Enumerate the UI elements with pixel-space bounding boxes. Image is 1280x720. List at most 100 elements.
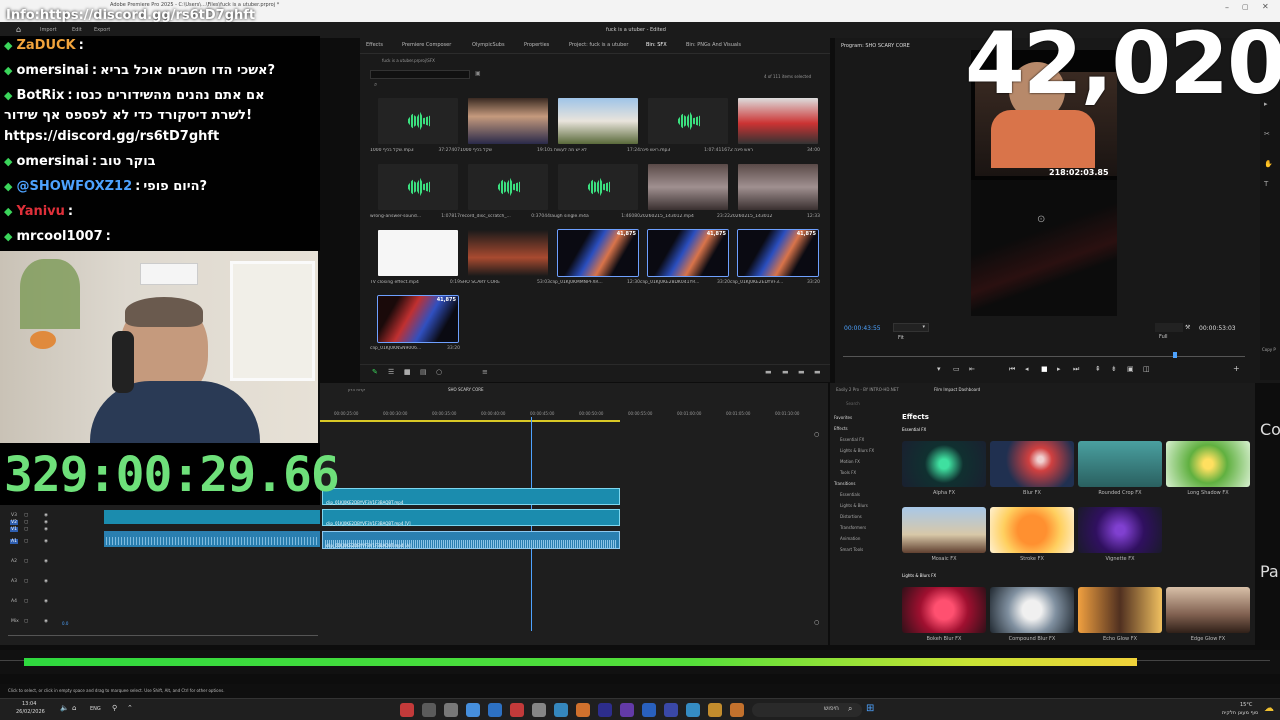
taskbar-app-icon[interactable] [444, 703, 458, 717]
lift-icon[interactable]: ⇞ [1095, 365, 1101, 373]
menu-export[interactable]: Export [94, 27, 110, 33]
clip-v1[interactable]: clip_01KJ0KE2DBYVF3V1F3BAQBT.mp4 [V] [322, 509, 620, 526]
track-toggle-icon[interactable]: ◉ [44, 559, 48, 564]
home-icon[interactable]: ⌂ [16, 25, 21, 34]
chevron-up-icon[interactable]: ⌃ [127, 704, 133, 712]
bin-thumbnail[interactable] [378, 164, 458, 210]
chat-username[interactable]: BotRix [16, 88, 64, 103]
hand-tool-icon[interactable]: ✋ [1264, 160, 1273, 168]
playhead-timecode[interactable]: 00:00:43:55 [844, 325, 881, 332]
taskbar-app-icon[interactable] [576, 703, 590, 717]
track-toggle-icon[interactable]: ◉ [44, 520, 48, 525]
bin-thumbnail[interactable]: 41,875 [557, 229, 639, 277]
bin-thumbnail[interactable] [738, 164, 818, 210]
tray-date[interactable]: 26/02/2026 [16, 709, 45, 715]
track-lock-icon[interactable]: ▢ [24, 513, 28, 518]
track-toggle-icon[interactable]: ◉ [44, 619, 48, 624]
track-toggle-icon[interactable]: ◉ [44, 579, 48, 584]
fit-dropdown[interactable]: Fit ▾ [893, 323, 929, 341]
tab-bin-sfx[interactable]: Bin: SFX [646, 42, 667, 48]
bin-thumbnail[interactable] [468, 164, 548, 210]
mix-value[interactable]: 0.0 [62, 621, 68, 626]
effects-category[interactable]: Animation [840, 536, 860, 541]
track-label[interactable]: A1 [10, 539, 18, 544]
bin-item[interactable]: laugh single.m4a 1:46080 [548, 164, 640, 226]
track-lock-icon[interactable]: ▢ [24, 527, 28, 532]
type-tool-icon[interactable]: T [1264, 180, 1268, 188]
bin-thumbnail[interactable] [468, 98, 548, 144]
track-toggle-icon[interactable]: ◉ [44, 513, 48, 518]
mark-out-icon[interactable]: ▭ [953, 365, 960, 373]
track-lock-icon[interactable]: ▢ [24, 599, 28, 604]
pencil-icon[interactable]: ✎ [372, 368, 378, 376]
effects-category[interactable]: Lights & Blurs [840, 503, 868, 508]
effects-category[interactable]: Effects [834, 426, 848, 431]
maximize-icon[interactable]: ▢ [1242, 3, 1249, 11]
track-label[interactable]: V1 [10, 527, 18, 532]
menu-edit[interactable]: Edit [72, 27, 82, 33]
list-view-icon[interactable]: ☰ [388, 368, 394, 376]
scrubber-playhead[interactable] [1173, 352, 1177, 358]
wrench-icon[interactable]: ⚒ [1185, 324, 1190, 331]
taskbar-app-icon[interactable] [554, 703, 568, 717]
folder-icon[interactable]: ▣ [475, 70, 481, 77]
effect-tile[interactable]: Bokeh Blur FX [902, 587, 986, 642]
effect-tile[interactable]: Stroke FX [990, 507, 1074, 562]
effect-tile[interactable]: Edge Glow FX [1166, 587, 1250, 642]
razor-tool-icon[interactable]: ✂ [1264, 130, 1270, 138]
bin-thumbnail[interactable]: 41,875 [737, 229, 819, 277]
timeline-zoom-bar[interactable] [8, 635, 318, 636]
close-icon[interactable]: ✕ [1262, 2, 1269, 11]
chat-username[interactable]: mrcool1007 [16, 229, 102, 244]
quality-dropdown[interactable]: Full [1155, 323, 1183, 340]
effects-category[interactable]: Transitions [834, 481, 855, 486]
menu-import[interactable]: Import [40, 27, 57, 33]
track-toggle-icon[interactable]: ◉ [44, 527, 48, 532]
tab-premiere-composer[interactable]: Premiere Composer [402, 42, 451, 48]
bin-thumbnail[interactable]: 41,875 [377, 295, 459, 343]
windows-start-icon[interactable]: ⊞ [866, 703, 874, 714]
effects-category[interactable]: Favorites [834, 415, 852, 420]
bin-item[interactable]: ראש פינה 2 34:00 [728, 98, 820, 160]
effects-category[interactable]: Smart Tools [840, 547, 863, 552]
taskbar-app-icon[interactable] [400, 703, 414, 717]
bin-item[interactable]: record_disc_scratch_... 0:37044 [458, 164, 550, 226]
bin-thumbnail[interactable] [558, 98, 638, 144]
zoom-slider[interactable]: ○ [436, 368, 442, 376]
bin-item[interactable]: 20260215_143012.mp4 23:22 [638, 164, 730, 226]
taskbar-app-icon[interactable] [708, 703, 722, 717]
find-icon[interactable]: ▬ [765, 368, 772, 376]
effects-category[interactable]: Essential FX [840, 437, 864, 442]
bin-thumbnail[interactable] [468, 230, 548, 276]
chat-username[interactable]: Yanivu [16, 204, 64, 219]
track-lock-icon[interactable]: ▢ [24, 539, 28, 544]
new-item-icon[interactable]: ▬ [798, 368, 805, 376]
effect-tile[interactable]: Mosaic FX [902, 507, 986, 562]
bin-item[interactable]: 41,875 clip_01KJ0KE2EDYVF3... 33:20 [728, 229, 820, 292]
go-in-icon[interactable]: ⇤ [969, 365, 975, 373]
chat-username[interactable]: @SHOWFOXZ12 [16, 179, 132, 194]
bin-item[interactable]: wrong-answer-sound... 1:07817 [368, 164, 460, 226]
effect-tile[interactable]: Alpha FX [902, 441, 986, 496]
track-label[interactable]: V3 [10, 513, 18, 518]
track-label[interactable]: A3 [10, 579, 18, 584]
tab-bin-pngs[interactable]: Bin: PNGs And Visuals [686, 42, 741, 48]
chat-username[interactable]: ZaDUCK [16, 38, 75, 53]
step-back-frame-icon[interactable]: ◂ [1025, 365, 1029, 373]
clip-a1[interactable]: clip_01KJ0KE2DBYVF3V1F3BAQBT.mp4 [A] [322, 531, 620, 549]
taskbar-app-icon[interactable] [466, 703, 480, 717]
extract-icon[interactable]: ⇟ [1111, 365, 1117, 373]
taskbar-app-icon[interactable] [598, 703, 612, 717]
taskbar-app-icon[interactable] [686, 703, 700, 717]
minimize-icon[interactable]: – [1225, 3, 1229, 12]
network-icon[interactable]: ⌂ [72, 704, 76, 712]
stop-icon[interactable]: ■ [1041, 365, 1048, 373]
taskbar-app-icon[interactable] [422, 703, 436, 717]
sort-icon[interactable]: ≡ [482, 368, 488, 376]
timeline-tab-other[interactable]: קרוח הרון [348, 387, 365, 392]
tab-effects[interactable]: Effects [366, 42, 383, 48]
track-label[interactable]: A4 [10, 599, 18, 604]
taskbar-app-icon[interactable] [620, 703, 634, 717]
tab-olympicsubs[interactable]: OlympicSubs [472, 42, 505, 48]
work-area-bar[interactable] [320, 420, 620, 422]
